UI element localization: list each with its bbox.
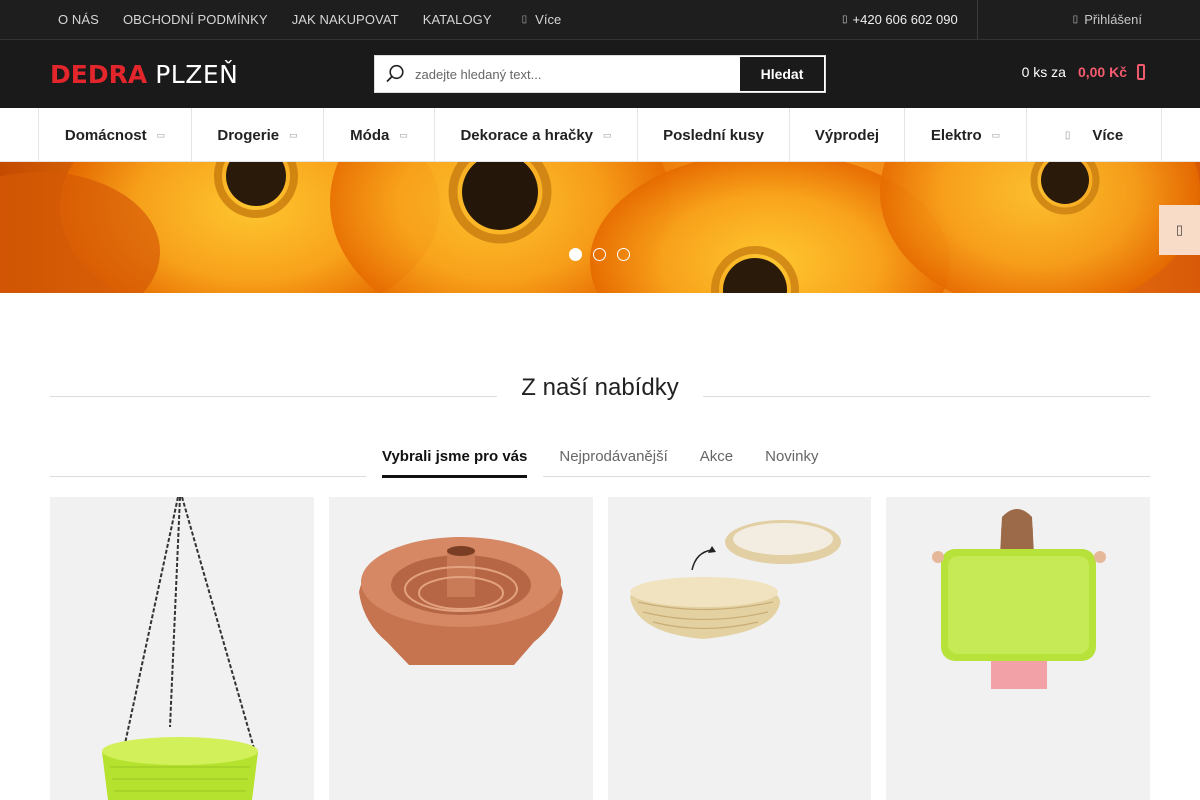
category-moda[interactable]: Móda ▭ (324, 108, 435, 162)
logo-city: PLZEŇ (155, 59, 239, 89)
product-card[interactable] (607, 497, 872, 800)
category-vyprodej[interactable]: Výprodej (790, 108, 905, 162)
product-card[interactable] (328, 497, 593, 800)
search-input[interactable] (415, 56, 739, 92)
side-feedback-tab[interactable]: ▯ (1159, 205, 1200, 255)
login-label: Přihlášení (1084, 11, 1142, 27)
search-icon (375, 56, 415, 92)
site-logo[interactable]: DEDRA PLZEŇ (50, 58, 238, 90)
chevron-down-icon: ▭ (156, 129, 166, 140)
top-more-label: Více (535, 11, 562, 27)
category-posledni-kusy[interactable]: Poslední kusy (638, 108, 790, 162)
tab-bestsellers[interactable]: Nejprodávanější (559, 448, 667, 478)
menu-dots-icon: ▯ (1064, 129, 1071, 141)
search-bar: Hledat (374, 55, 826, 93)
product-card[interactable] (886, 497, 1150, 800)
category-drogerie[interactable]: Drogerie ▭ (192, 108, 324, 162)
top-link-about[interactable]: O NÁS (58, 12, 99, 27)
tab-sale[interactable]: Akce (700, 448, 733, 478)
product-card[interactable] (50, 497, 314, 800)
bread-basket-image (629, 520, 841, 639)
category-label: Domácnost (64, 126, 147, 144)
banner-flowers-image (0, 162, 1200, 293)
logo-brand: DEDRA (50, 59, 148, 89)
cart-summary[interactable]: 0 ks za 0,00 Kč (1022, 64, 1145, 80)
offer-tabs: Vybrali jsme pro vás Nejprodávanější Akc… (382, 448, 850, 478)
category-label: Elektro (930, 126, 982, 144)
chevron-down-icon: ▭ (289, 129, 298, 140)
category-dekorace[interactable]: Dekorace a hračky ▭ (435, 108, 638, 162)
category-more[interactable]: ▯ Více (1027, 108, 1162, 162)
green-tray-image (932, 509, 1107, 689)
banner-dot-1[interactable] (569, 248, 582, 261)
category-domacnost[interactable]: Domácnost ▭ (39, 108, 192, 162)
top-divider (977, 0, 978, 39)
category-nav: Domácnost ▭ Drogerie ▭ Móda ▭ Dekorace a hr… (0, 108, 1200, 162)
phone-link[interactable]: ▯ +420 606 602 090 (842, 0, 958, 38)
user-icon: ▯ (1072, 13, 1079, 25)
banner-dot-2[interactable] (593, 248, 606, 261)
top-link-how-to-buy[interactable]: JAK NAKUPOVAT (292, 12, 399, 27)
banner-pagination (569, 248, 641, 261)
hanging-planter-image (102, 497, 258, 800)
chevron-down-icon: ▭ (603, 129, 612, 140)
phone-icon: ▯ (842, 13, 848, 25)
category-label: Drogerie (217, 126, 280, 144)
cart-price: 0,00 Kč (1077, 64, 1127, 80)
phone-number: +420 606 602 090 (852, 11, 958, 27)
top-link-catalogs[interactable]: KATALOGY (423, 12, 492, 27)
search-button[interactable]: Hledat (740, 57, 824, 91)
category-label: Více (1092, 126, 1124, 144)
menu-dots-icon: ▯ (521, 13, 528, 25)
login-link[interactable]: ▯ Přihlášení (1073, 0, 1142, 38)
cart-count: 0 ks za (1021, 64, 1066, 80)
banner-dot-3[interactable] (617, 248, 630, 261)
cart-bag-icon (1137, 64, 1145, 80)
category-label: Móda (350, 126, 390, 144)
category-label: Dekorace a hračky (460, 126, 594, 144)
category-label: Výprodej (814, 126, 880, 144)
top-bar: O NÁS OBCHODNÍ PODMÍNKY JAK NAKUPOVAT KA… (0, 0, 1200, 40)
tabs-line (50, 476, 366, 477)
product-grid (50, 497, 1150, 800)
main-header: DEDRA PLZEŇ Hledat 0 ks za 0,00 Kč (0, 40, 1200, 108)
tab-chosen-for-you[interactable]: Vybrali jsme pro vás (382, 448, 528, 478)
category-elektro[interactable]: Elektro ▭ (905, 108, 1027, 162)
side-tab-icon: ▯ (1175, 222, 1184, 237)
category-label: Poslední kusy (663, 126, 764, 144)
top-link-terms[interactable]: OBCHODNÍ PODMÍNKY (123, 12, 268, 27)
top-nav: O NÁS OBCHODNÍ PODMÍNKY JAK NAKUPOVAT KA… (50, 0, 561, 38)
top-more-menu[interactable]: ▯ Více (522, 12, 562, 27)
chevron-down-icon: ▭ (399, 129, 408, 140)
hero-banner[interactable] (0, 162, 1200, 293)
section-title: Z naší nabídky (521, 374, 679, 401)
tab-new[interactable]: Novinky (765, 448, 818, 478)
chevron-down-icon: ▭ (991, 129, 1001, 140)
bundt-mold-image (358, 537, 563, 665)
